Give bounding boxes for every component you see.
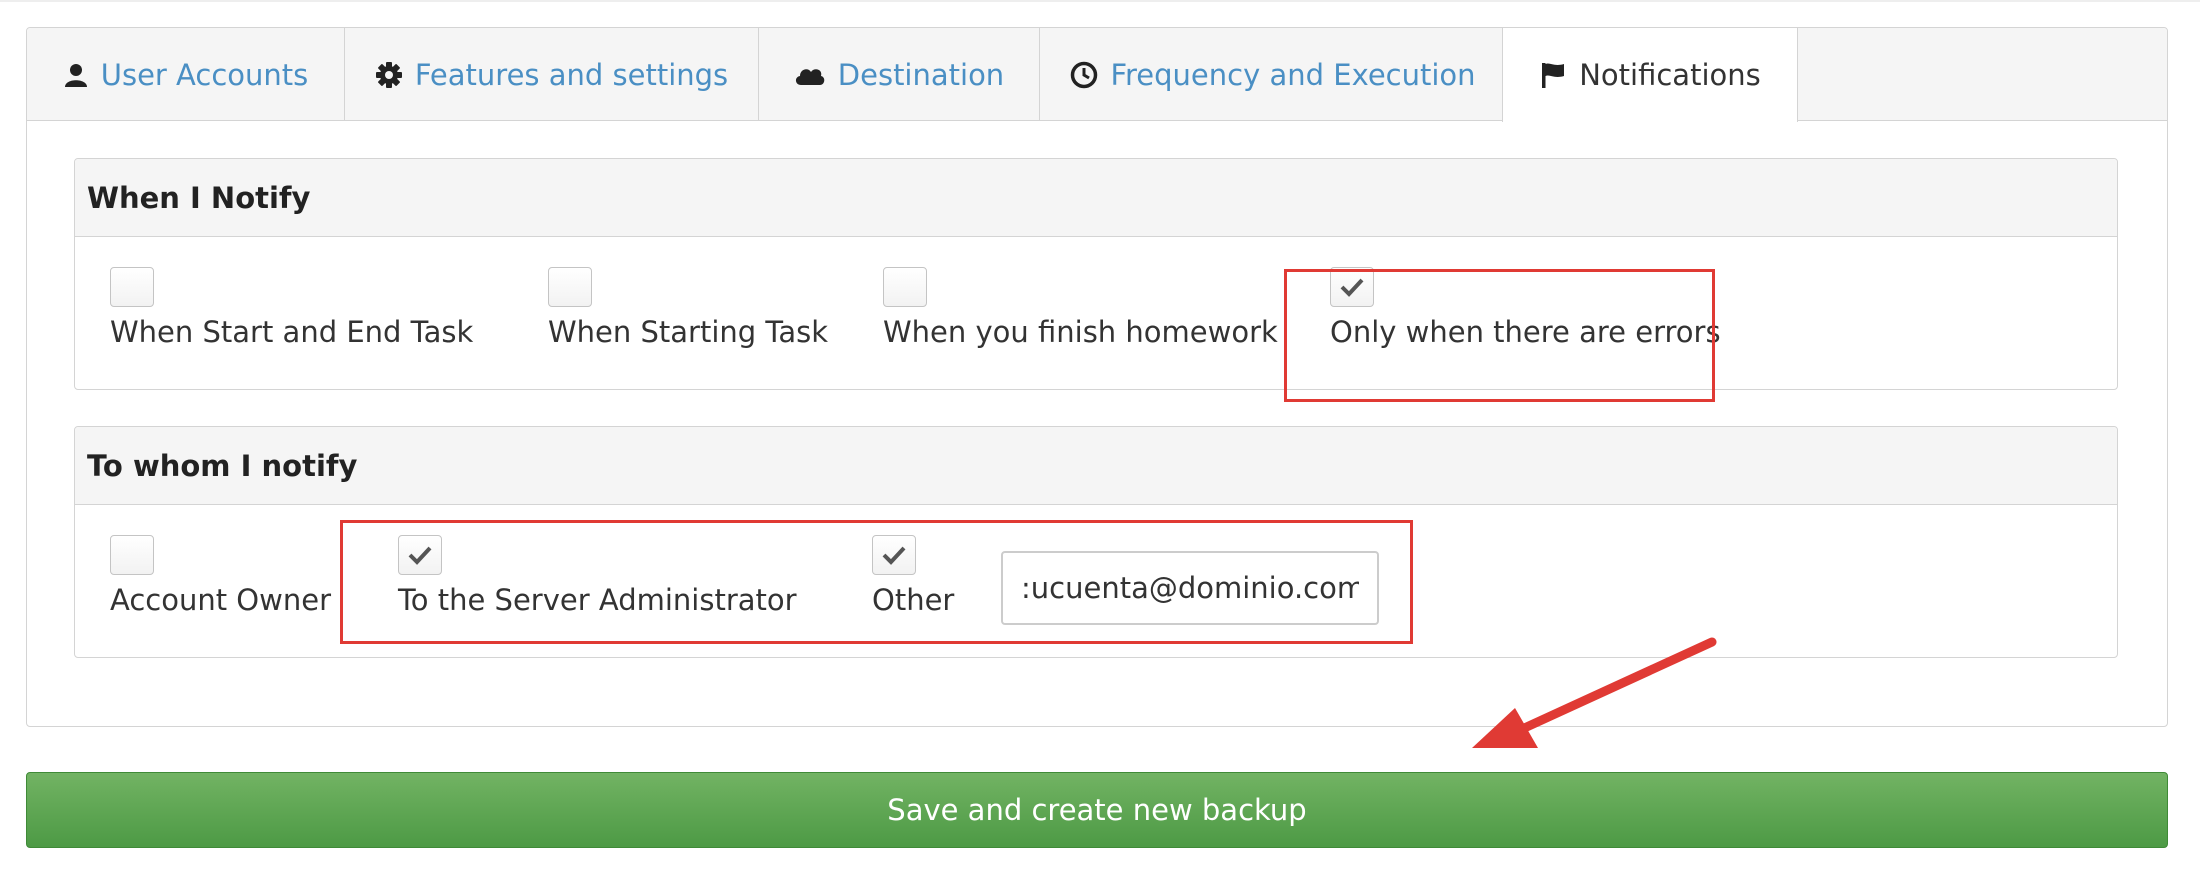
- option-account-owner: Account Owner: [110, 535, 331, 617]
- top-divider: [0, 0, 2200, 2]
- tab-user-accounts[interactable]: User Accounts: [27, 28, 345, 121]
- tab-features-settings[interactable]: Features and settings: [345, 28, 759, 121]
- gear-icon: [375, 61, 403, 89]
- tab-label: Destination: [837, 57, 1005, 92]
- checkbox-starting-task[interactable]: [548, 267, 592, 307]
- flag-icon: [1539, 61, 1567, 89]
- option-start-end-task: When Start and End Task: [110, 267, 473, 349]
- save-create-backup-button[interactable]: Save and create new backup: [26, 772, 2168, 848]
- option-label: When Start and End Task: [110, 315, 474, 349]
- option-starting-task: When Starting Task: [548, 267, 828, 349]
- tab-label: Notifications: [1579, 58, 1761, 92]
- section-title: To whom I notify: [75, 427, 2117, 505]
- highlight-frame-recipients: [340, 520, 1413, 644]
- highlight-frame-errors: [1284, 269, 1715, 402]
- checkbox-finish-homework[interactable]: [883, 267, 927, 307]
- tab-notifications[interactable]: Notifications: [1502, 28, 1798, 122]
- cloud-icon: [794, 64, 826, 86]
- option-label: When Starting Task: [548, 315, 828, 349]
- when-notify-section: When I Notify When Start and End Task Wh…: [74, 158, 2118, 390]
- tab-label: Frequency and Execution: [1110, 57, 1476, 92]
- section-title: When I Notify: [75, 159, 2117, 237]
- tab-destination[interactable]: Destination: [759, 28, 1040, 121]
- button-label: Save and create new backup: [887, 793, 1307, 827]
- tab-label: Features and settings: [414, 57, 729, 92]
- tab-bar: User Accounts Features and settings Dest…: [27, 28, 2167, 122]
- checkbox-account-owner[interactable]: [110, 535, 154, 575]
- option-finish-homework: When you finish homework: [883, 267, 1278, 349]
- tab-label: User Accounts: [100, 57, 309, 92]
- option-label: When you finish homework: [883, 315, 1278, 349]
- option-label: Account Owner: [110, 583, 331, 617]
- clock-icon: [1070, 61, 1098, 89]
- checkbox-start-end-task[interactable]: [110, 267, 154, 307]
- user-icon: [63, 62, 89, 88]
- tab-frequency-execution[interactable]: Frequency and Execution: [1040, 28, 1507, 121]
